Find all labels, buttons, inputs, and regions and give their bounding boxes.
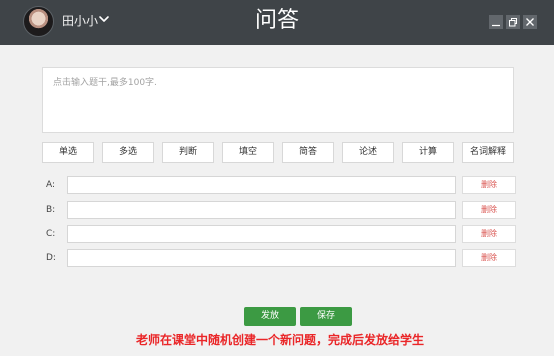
- option-c-label: C:: [46, 229, 56, 239]
- type-multiple-choice-button[interactable]: 多选: [102, 142, 154, 163]
- type-calculation-button[interactable]: 计算: [402, 142, 454, 163]
- option-d-label: D:: [46, 253, 56, 263]
- option-a-label: A:: [46, 180, 56, 190]
- option-a-input[interactable]: [67, 176, 456, 194]
- type-short-answer-button[interactable]: 简答: [282, 142, 334, 163]
- question-input[interactable]: 点击输入题干,最多100字.: [42, 67, 514, 133]
- type-essay-button[interactable]: 论述: [342, 142, 394, 163]
- type-true-false-button[interactable]: 判断: [162, 142, 214, 163]
- type-single-choice-button[interactable]: 单选: [42, 142, 94, 163]
- option-a-delete-button[interactable]: 删除: [462, 176, 516, 194]
- option-b-delete-button[interactable]: 删除: [462, 201, 516, 219]
- option-c-delete-button[interactable]: 删除: [462, 225, 516, 243]
- option-d-delete-button[interactable]: 删除: [462, 249, 516, 267]
- close-icon[interactable]: [523, 15, 537, 29]
- instruction-caption: 老师在课堂中随机创建一个新问题，完成后发放给学生: [135, 333, 424, 347]
- option-b-input[interactable]: [67, 201, 456, 219]
- option-b-label: B:: [46, 205, 56, 215]
- minimize-icon[interactable]: [489, 15, 503, 29]
- title-bar: 田小小 问答: [0, 0, 554, 45]
- type-fill-blank-button[interactable]: 填空: [222, 142, 274, 163]
- option-d-input[interactable]: [67, 249, 456, 267]
- publish-button[interactable]: 发放: [244, 307, 296, 326]
- restore-icon[interactable]: [506, 15, 520, 29]
- option-c-input[interactable]: [67, 225, 456, 243]
- window-title: 问答: [254, 8, 299, 33]
- save-button[interactable]: 保存: [300, 307, 352, 326]
- type-term-explanation-button[interactable]: 名词解释: [462, 142, 514, 163]
